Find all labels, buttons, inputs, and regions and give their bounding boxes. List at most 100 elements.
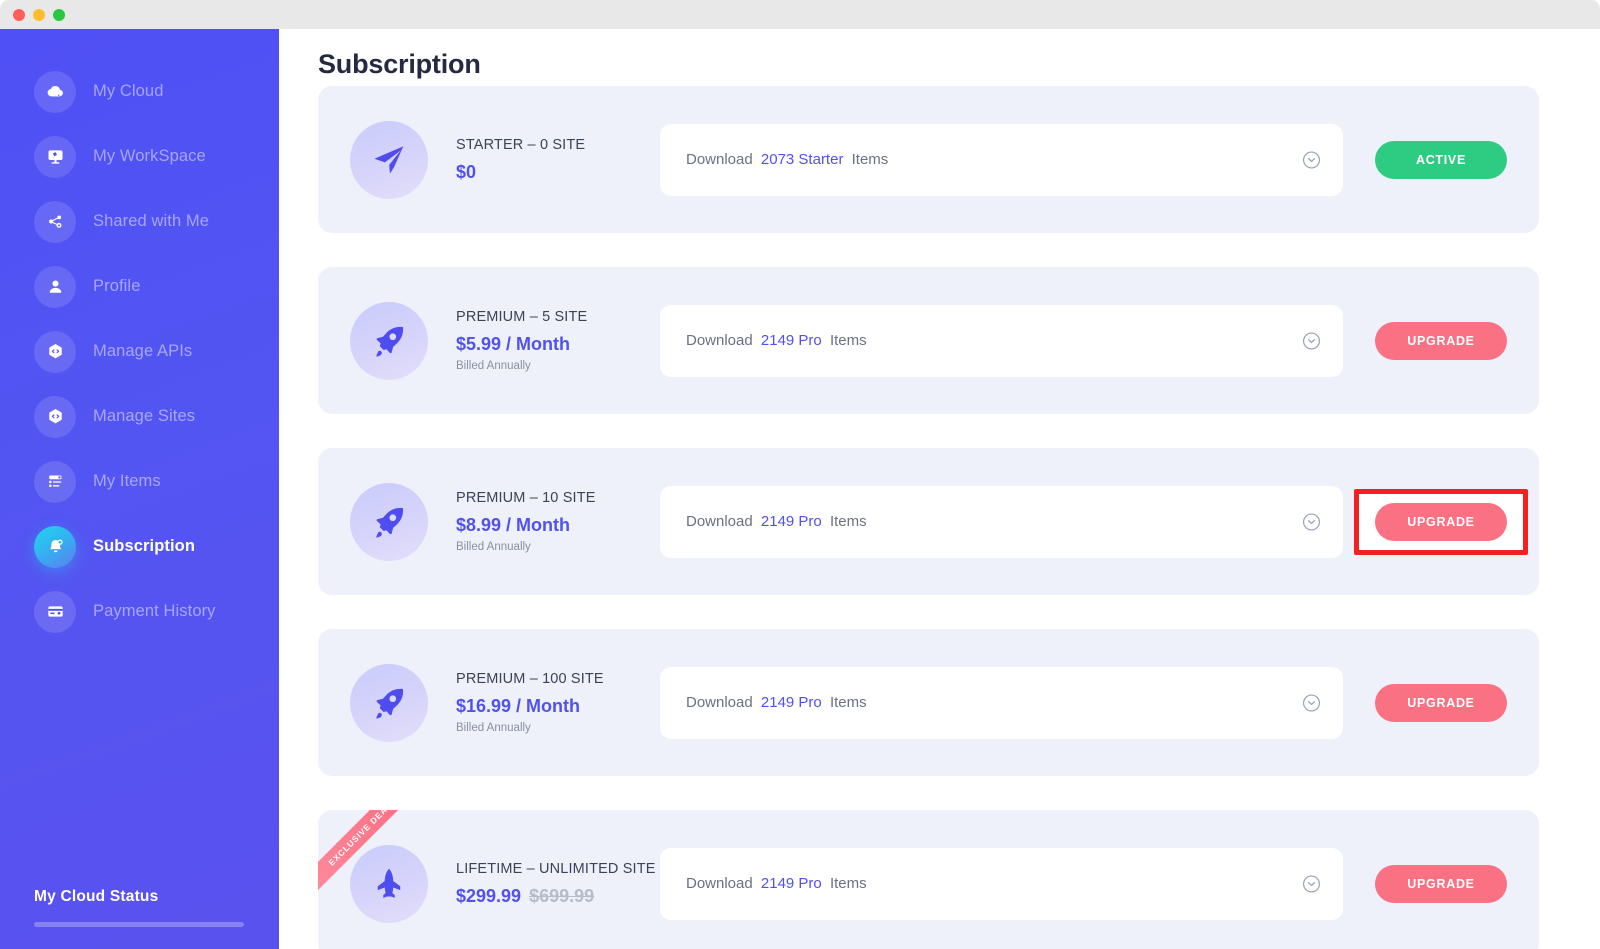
upgrade-plan-button[interactable]: UPGRADE: [1375, 502, 1507, 541]
sidebar-item-profile[interactable]: Profile: [0, 254, 279, 319]
download-items-text: Download 2149 Pro Items: [686, 332, 867, 349]
sidebar-item-manage-apis[interactable]: Manage APIs: [0, 319, 279, 384]
sidebar-item-my-items[interactable]: My Items: [0, 449, 279, 514]
plan-price-original: $699.99: [529, 885, 595, 906]
chevron-down-circle-icon[interactable]: [1302, 512, 1321, 531]
download-items-selector[interactable]: Download 2149 Pro Items: [660, 485, 1343, 558]
sidebar-item-label: Manage APIs: [93, 342, 193, 360]
plan-billing-note: Billed Annually: [456, 541, 531, 553]
chevron-down-circle-icon[interactable]: [1302, 150, 1321, 169]
download-suffix: Items: [829, 694, 867, 711]
download-items-text: Download 2149 Pro Items: [686, 694, 867, 711]
download-count: 2149 Pro: [760, 513, 822, 530]
upgrade-plan-button[interactable]: UPGRADE: [1375, 321, 1507, 360]
plan-price-current: $8.99 / Month: [456, 515, 571, 535]
cloud-status-label: My Cloud Status: [34, 888, 159, 905]
plan-price: $8.99 / Month: [456, 515, 646, 536]
bell-subscription-icon: [34, 525, 76, 568]
plan-price: $5.99 / Month: [456, 334, 646, 355]
chevron-down-circle-icon[interactable]: [1302, 331, 1321, 350]
download-items-selector[interactable]: Download 2149 Pro Items: [660, 304, 1343, 377]
subscription-plan-card: PREMIUM – 5 SITE $5.99 / Month Billed Annu…: [318, 267, 1539, 414]
user-icon: [34, 265, 76, 308]
sidebar-item-label: Profile: [93, 277, 141, 295]
plan-name: LIFETIME – UNLIMITED SITE: [456, 860, 656, 877]
plan-price: $299.99 $699.99: [456, 886, 646, 907]
minimize-window-button[interactable]: [33, 8, 45, 21]
cloud-status: My Cloud Status: [34, 888, 244, 927]
share-nodes-icon: [34, 200, 76, 243]
plan-price: $16.99 / Month: [456, 696, 646, 717]
subscription-plan-card: STARTER – 0 SITE $0 Download 2073 Starter …: [318, 86, 1539, 233]
plan-info: PREMIUM – 10 SITE $8.99 / Month Billed Ann…: [456, 490, 646, 553]
sidebar-item-shared-with-me[interactable]: Shared with Me: [0, 189, 279, 254]
download-items-text: Download 2149 Pro Items: [686, 875, 867, 892]
plan-info: STARTER – 0 SITE $0: [456, 137, 646, 183]
download-count: 2073 Starter: [760, 151, 844, 168]
credit-card-icon: [34, 590, 76, 633]
upgrade-plan-button[interactable]: UPGRADE: [1375, 683, 1507, 722]
sidebar-item-label: My Cloud: [93, 82, 164, 100]
window-titlebar: [0, 0, 1600, 29]
shuttle-icon: [350, 844, 428, 923]
plan-price-current: $299.99: [456, 885, 522, 906]
subscription-plan-card: EXCLUSIVE DEAL LIFETIME – UNLIMITED SITE $…: [318, 810, 1539, 949]
download-items-selector[interactable]: Download 2149 Pro Items: [660, 666, 1343, 739]
subscription-plan-list: STARTER – 0 SITE $0 Download 2073 Starter …: [318, 86, 1539, 949]
workspace-monitor-icon: [34, 135, 76, 178]
rocket-icon: [350, 301, 428, 380]
download-suffix: Items: [829, 513, 867, 530]
plan-price-current: $5.99 / Month: [456, 334, 571, 354]
download-items-text: Download 2073 Starter Items: [686, 151, 888, 168]
sidebar-item-label: My WorkSpace: [93, 147, 206, 165]
chevron-down-circle-icon[interactable]: [1302, 693, 1321, 712]
sidebar-item-my-workspace[interactable]: My WorkSpace: [0, 124, 279, 189]
download-prefix: Download: [686, 875, 753, 892]
plan-price-current: $16.99 / Month: [456, 696, 581, 716]
active-plan-button[interactable]: ACTIVE: [1375, 140, 1507, 179]
main-content: Subscription STARTER – 0 SITE $0 Download …: [279, 29, 1600, 949]
download-suffix: Items: [829, 875, 867, 892]
plan-action-area: UPGRADE: [1354, 488, 1528, 555]
close-window-button[interactable]: [13, 8, 25, 21]
subscription-plan-card: PREMIUM – 100 SITE $16.99 / Month Billed A…: [318, 629, 1539, 776]
sidebar-item-label: Payment History: [93, 602, 216, 620]
sidebar: My Cloud My WorkSpace Shared with Me Profil…: [0, 29, 279, 949]
plan-billing-note: Billed Annually: [456, 722, 531, 734]
sidebar-item-payment-history[interactable]: Payment History: [0, 579, 279, 644]
maximize-window-button[interactable]: [53, 8, 65, 21]
sidebar-item-label: Subscription: [93, 537, 196, 555]
plan-action-area: UPGRADE: [1375, 321, 1507, 360]
plan-action-area: UPGRADE: [1375, 864, 1507, 903]
plan-name: STARTER – 0 SITE: [456, 136, 586, 153]
subscription-plan-card: PREMIUM – 10 SITE $8.99 / Month Billed Ann…: [318, 448, 1539, 595]
download-items-selector[interactable]: Download 2073 Starter Items: [660, 123, 1343, 196]
download-prefix: Download: [686, 332, 753, 349]
download-count: 2149 Pro: [760, 875, 822, 892]
chevron-down-circle-icon[interactable]: [1302, 874, 1321, 893]
plan-info: PREMIUM – 5 SITE $5.99 / Month Billed Annu…: [456, 309, 646, 372]
download-count: 2149 Pro: [760, 694, 822, 711]
rocket-icon: [350, 482, 428, 561]
download-suffix: Items: [851, 151, 889, 168]
sidebar-nav: My Cloud My WorkSpace Shared with Me Profil…: [0, 59, 279, 644]
plan-name: PREMIUM – 10 SITE: [456, 490, 596, 506]
cloud-status-progressbar: [34, 922, 244, 927]
upgrade-plan-button[interactable]: UPGRADE: [1375, 864, 1507, 903]
plan-billing-note: Billed Annually: [456, 360, 531, 372]
cloud-icon: [34, 70, 76, 113]
list-items-icon: [34, 460, 76, 503]
sidebar-item-manage-sites[interactable]: Manage Sites: [0, 384, 279, 449]
plan-price-current: $0: [456, 161, 477, 182]
download-count: 2149 Pro: [760, 332, 822, 349]
app-window: My Cloud My WorkSpace Shared with Me Profil…: [0, 0, 1600, 949]
rocket-icon: [350, 663, 428, 742]
plan-info: LIFETIME – UNLIMITED SITE $299.99 $699.99: [456, 860, 656, 907]
sidebar-item-label: Shared with Me: [93, 212, 210, 230]
sidebar-item-label: My Items: [93, 472, 161, 490]
download-items-text: Download 2149 Pro Items: [686, 513, 867, 530]
sidebar-item-subscription[interactable]: Subscription: [0, 514, 279, 579]
sidebar-item-my-cloud[interactable]: My Cloud: [0, 59, 279, 124]
paper-plane-icon: [350, 120, 428, 199]
download-items-selector[interactable]: Download 2149 Pro Items: [660, 847, 1343, 920]
